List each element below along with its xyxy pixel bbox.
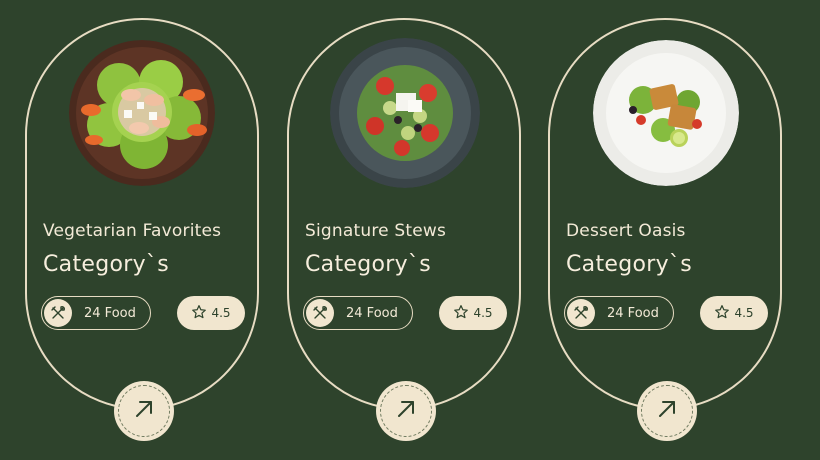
category-name: Signature Stews — [305, 221, 447, 241]
star-icon — [714, 304, 730, 323]
category-card-stews[interactable]: Signature Stews Category`s 24 Food 4.5 — [287, 18, 521, 441]
fork-knife-icon — [44, 299, 72, 327]
fork-knife-icon — [567, 299, 595, 327]
category-name: Dessert Oasis — [566, 221, 686, 241]
food-count-pill[interactable]: 24 Food — [564, 296, 674, 330]
food-count: 24 Food — [607, 305, 659, 321]
dish-image-plate — [593, 40, 739, 186]
category-label: Category`s — [43, 252, 169, 277]
dish-image-greek-salad — [330, 38, 480, 188]
category-label: Category`s — [566, 252, 692, 277]
fork-knife-icon — [306, 299, 334, 327]
rating-value: 4.5 — [473, 306, 493, 320]
category-card-dessert[interactable]: Dessert Oasis Category`s 24 Food 4.5 — [548, 18, 782, 441]
category-name: Vegetarian Favorites — [43, 221, 222, 241]
food-count-pill[interactable]: 24 Food — [41, 296, 151, 330]
open-category-button[interactable] — [637, 381, 697, 441]
open-category-button[interactable] — [376, 381, 436, 441]
rating-pill[interactable]: 4.5 — [439, 296, 507, 330]
star-icon — [191, 304, 207, 323]
rating-pill[interactable]: 4.5 — [177, 296, 245, 330]
food-count: 24 Food — [84, 305, 136, 321]
rating-value: 4.5 — [211, 306, 231, 320]
category-label: Category`s — [305, 252, 431, 277]
open-category-button[interactable] — [114, 381, 174, 441]
rating-value: 4.5 — [734, 306, 754, 320]
arrow-up-right-icon — [655, 397, 679, 425]
rating-pill[interactable]: 4.5 — [700, 296, 768, 330]
star-icon — [453, 304, 469, 323]
category-card-vegetarian[interactable]: Vegetarian Favorites Category`s 24 Food … — [25, 18, 259, 441]
food-count: 24 Food — [346, 305, 398, 321]
arrow-up-right-icon — [394, 397, 418, 425]
dish-image-salad — [69, 40, 215, 186]
food-count-pill[interactable]: 24 Food — [303, 296, 413, 330]
arrow-up-right-icon — [132, 397, 156, 425]
